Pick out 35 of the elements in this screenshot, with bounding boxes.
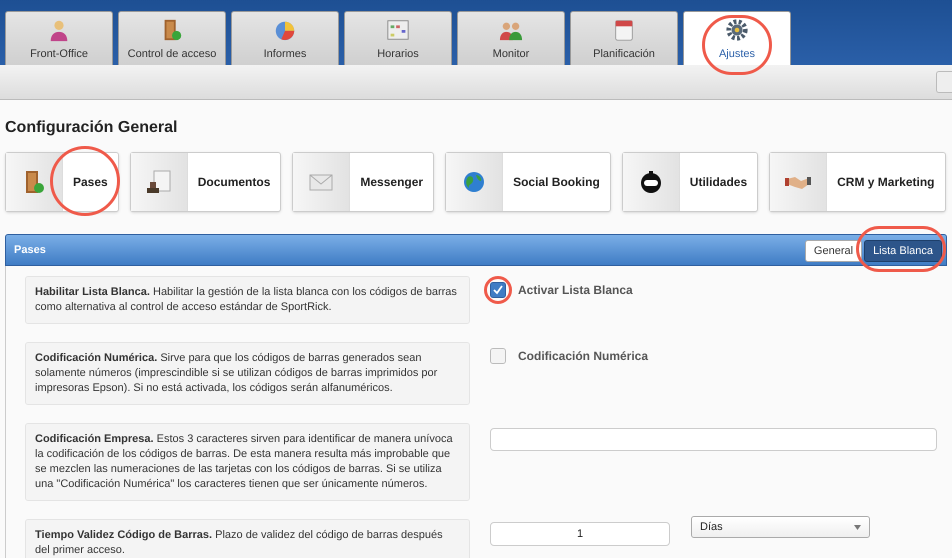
text-field[interactable]	[490, 428, 937, 451]
number-field[interactable]: 1	[490, 522, 670, 546]
module-tab[interactable]: Monitor	[457, 11, 565, 65]
panel-title: Pases	[14, 242, 46, 258]
checkbox[interactable]	[490, 348, 506, 364]
calendar-icon	[386, 18, 410, 42]
module-tab[interactable]: Ajustes	[683, 11, 791, 65]
module-tab[interactable]: Control de acceso	[118, 11, 226, 65]
module-tab[interactable]: Informes	[231, 11, 339, 65]
panel-tab[interactable]: General	[804, 240, 862, 262]
unit-dropdown[interactable]: Días	[691, 516, 870, 538]
section-button[interactable]: Social Booking	[445, 152, 611, 212]
module-tab[interactable]: Planificación	[570, 11, 678, 65]
caret-icon	[854, 524, 861, 530]
page-title: Configuración General	[4, 118, 178, 138]
gear-icon	[725, 18, 749, 42]
toolbar-button[interactable]	[936, 71, 952, 93]
setting-description: Codificación Numérica. Sirve para que los códigos de barras generados sean solamente números (imprescindible si se utilizan códigos de barras imprimidos por impresoras Epson). Si no está activada, los códigos serán alfanuméricos.	[25, 342, 470, 405]
module-tab[interactable]: Horarios	[344, 11, 452, 65]
section-button[interactable]: Pases	[5, 152, 119, 212]
section-button[interactable]: CRM y Marketing	[769, 152, 946, 212]
checkbox-label[interactable]: Activar Lista Blanca	[518, 281, 633, 299]
checkbox-label[interactable]: Codificación Numérica	[518, 347, 648, 365]
module-tab[interactable]: Front-Office	[5, 11, 113, 65]
calendar-page-icon	[612, 18, 636, 42]
section-button[interactable]: Messenger	[292, 152, 434, 212]
setting-description: Codificación Empresa. Estos 3 caracteres sirven para identificar de manera unívoca la codificación de los códigos de barras. De esta manera resulta más improbable que se mezclen las numeraciones de las tarjetas con los códigos de barras. Si se utiliza una "Codificación Numérica" los caracteres tienen que ser únicamente números.	[25, 423, 470, 501]
section-button[interactable]: Utilidades	[622, 152, 758, 212]
stamp-icon	[146, 169, 172, 195]
checkmark-icon	[493, 285, 503, 295]
panel-tab[interactable]: Lista Blanca	[864, 240, 942, 262]
setting-description: Habilitar Lista Blanca. Habilitar la gestión de la lista blanca con los códigos de barras como alternativa al control de acceso estándar de SportRick.	[25, 276, 470, 324]
section-button[interactable]: Documentos	[130, 152, 282, 212]
checkbox[interactable]	[490, 282, 506, 298]
setting-description: Tiempo Validez Código de Barras. Plazo de validez del código de barras después del primer acceso.	[25, 519, 470, 558]
